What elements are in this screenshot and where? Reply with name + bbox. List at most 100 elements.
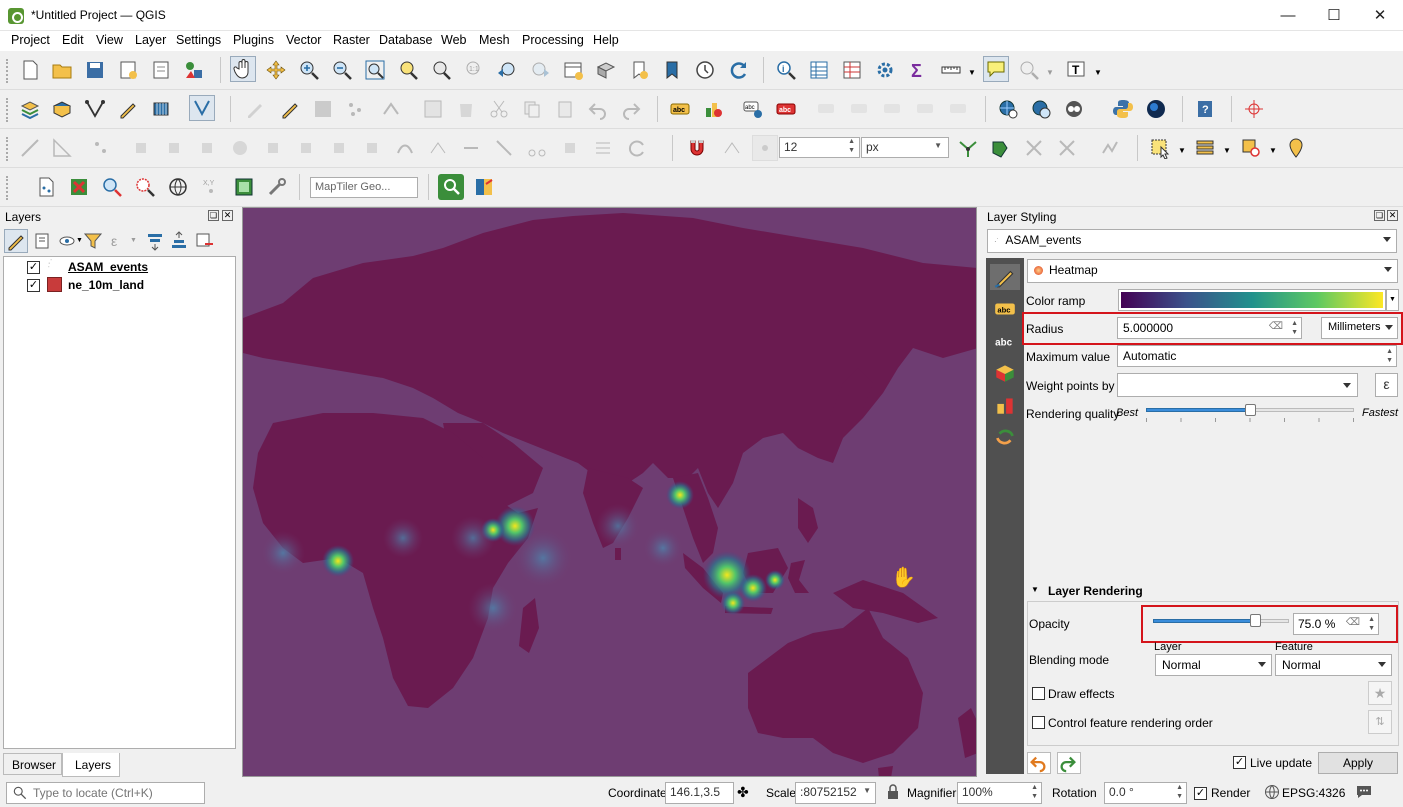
layer-visibility-checkbox[interactable]: ✓ <box>27 261 40 274</box>
lock-scale-icon[interactable] <box>886 784 900 800</box>
remove-layer-icon[interactable] <box>192 229 216 253</box>
snapping-tolerance-stepper[interactable]: 12 ▲ ▼ <box>779 137 860 158</box>
open-layer-styling-icon[interactable] <box>4 229 28 253</box>
coordinate-capture-icon[interactable] <box>1241 96 1267 122</box>
menu-raster[interactable]: Raster <box>333 33 370 47</box>
text-annotation-icon[interactable]: T <box>1063 57 1089 83</box>
coordinate-field[interactable]: 146.1,3.5 <box>665 782 734 804</box>
zoom-to-layer-icon[interactable] <box>428 57 454 83</box>
select-dropdown-arrow-icon[interactable]: ▼ <box>1178 146 1186 155</box>
processing-toolbox-icon[interactable] <box>872 57 898 83</box>
menu-web[interactable]: Web <box>441 33 466 47</box>
sort-order-icon[interactable]: ⇅ <box>1368 710 1392 734</box>
snapping-units-select[interactable]: px ▼ <box>861 137 949 158</box>
layer-styling-toggle-icon[interactable] <box>189 95 215 121</box>
redo-style-icon[interactable] <box>1057 752 1081 774</box>
temporal-controller-icon[interactable] <box>692 57 718 83</box>
add-wfs-layer-icon[interactable] <box>1028 96 1054 122</box>
tab-browser[interactable]: Browser <box>3 753 62 775</box>
zoom-last-icon[interactable] <box>494 57 520 83</box>
add-delimited-text-icon[interactable] <box>33 174 59 200</box>
close-button[interactable]: ✕ <box>1357 0 1403 30</box>
expand-all-icon[interactable] <box>143 229 167 253</box>
zoom-to-selection-icon[interactable] <box>395 57 421 83</box>
menu-settings[interactable]: Settings <box>176 33 221 47</box>
color-ramp-dropdown-arrow-icon[interactable]: ▼ <box>1386 289 1399 311</box>
geocoder-search-icon[interactable] <box>99 174 125 200</box>
data-source-manager-icon[interactable] <box>17 96 43 122</box>
annotation-dropdown-arrow-icon[interactable]: ▼ <box>1094 68 1102 77</box>
diagrams-tab-icon[interactable] <box>990 392 1020 418</box>
open-project-icon[interactable] <box>49 57 75 83</box>
layer-visibility-checkbox[interactable]: ✓ <box>27 279 40 292</box>
statistics-icon[interactable] <box>839 57 865 83</box>
attribute-table-icon[interactable] <box>806 57 832 83</box>
select-by-expression-icon[interactable] <box>1192 135 1218 161</box>
renderer-select[interactable]: Heatmap <box>1027 259 1398 283</box>
draw-effects-checkbox[interactable] <box>1032 687 1045 700</box>
spin-arrows-icon[interactable]: ▲ ▼ <box>1386 347 1393 365</box>
effects-star-icon[interactable]: ★ <box>1368 681 1392 705</box>
pin-labels-icon[interactable]: abc <box>740 96 766 122</box>
rendering-quality-slider[interactable] <box>1146 404 1354 425</box>
help-contents-icon[interactable]: ? <box>1192 96 1218 122</box>
close-styling-panel-icon[interactable]: ✕ <box>1387 210 1398 221</box>
expression-builder-icon[interactable]: ε <box>1375 373 1398 397</box>
filter-legend-icon[interactable] <box>81 229 105 253</box>
spatial-query-icon[interactable] <box>132 174 158 200</box>
deselect-features-icon[interactable] <box>1238 135 1264 161</box>
label-toolbar-icon[interactable]: abc <box>667 96 693 122</box>
pan-map-icon[interactable] <box>230 56 256 82</box>
mouse-coordinate-toggle-icon[interactable]: ✤ <box>737 784 755 802</box>
menu-view[interactable]: View <box>96 33 123 47</box>
menu-edit[interactable]: Edit <box>62 33 84 47</box>
metasearch-icon[interactable] <box>1061 96 1087 122</box>
sum-statistics-icon[interactable]: Σ <box>905 57 931 83</box>
color-ramp-button[interactable] <box>1118 289 1386 311</box>
weight-field-select[interactable] <box>1117 373 1358 397</box>
measure-dropdown-arrow-icon[interactable]: ▼ <box>968 68 976 77</box>
digitizing-grid-icon[interactable] <box>231 174 257 200</box>
tab-layers[interactable]: Layers <box>62 753 120 777</box>
python-console-icon[interactable] <box>1110 96 1136 122</box>
measure-line-icon[interactable] <box>938 57 964 83</box>
select-by-location-icon[interactable] <box>1283 135 1309 161</box>
add-vector-layer-icon[interactable] <box>82 96 108 122</box>
add-raster-layer-icon[interactable] <box>148 96 174 122</box>
refresh-icon[interactable] <box>725 57 751 83</box>
style-manager-icon[interactable] <box>181 57 207 83</box>
minimize-button[interactable]: — <box>1265 0 1311 30</box>
menu-vector[interactable]: Vector <box>286 33 321 47</box>
map-swipe-icon[interactable] <box>471 174 497 200</box>
scale-field[interactable]: :80752152 ▼ <box>795 782 876 804</box>
magnifier-stepper[interactable]: 100% ▲ ▼ <box>957 782 1042 804</box>
deselect-dropdown-arrow-icon[interactable]: ▼ <box>1269 146 1277 155</box>
render-checkbox[interactable]: ✓ <box>1194 787 1207 800</box>
topological-editing-icon[interactable] <box>955 135 981 161</box>
new-3d-view-icon[interactable] <box>593 57 619 83</box>
menu-layer[interactable]: Layer <box>135 33 166 47</box>
select-expr-dropdown-arrow-icon[interactable]: ▼ <box>1223 146 1231 155</box>
masks-tab-icon[interactable]: abc <box>990 328 1020 354</box>
collapse-all-icon[interactable] <box>167 229 191 253</box>
menu-plugins[interactable]: Plugins <box>233 33 274 47</box>
toggle-editing-icon[interactable] <box>277 96 303 122</box>
history-tab-icon[interactable] <box>990 424 1020 450</box>
labels-tab-icon[interactable]: abc <box>990 296 1020 322</box>
max-value-input[interactable]: Automatic ▲ ▼ <box>1117 345 1397 367</box>
close-panel-icon[interactable]: ✕ <box>222 210 233 221</box>
snapping-magnet-icon[interactable] <box>684 135 710 161</box>
diagram-options-icon[interactable] <box>700 96 726 122</box>
collapse-arrow-icon[interactable]: ▼ <box>1031 585 1039 594</box>
globe-plugin-icon[interactable] <box>1143 96 1169 122</box>
blend-feature-select[interactable]: Normal <box>1275 654 1392 676</box>
live-update-checkbox[interactable]: ✓ <box>1233 756 1246 769</box>
blend-layer-select[interactable]: Normal <box>1155 654 1272 676</box>
3d-view-tab-icon[interactable] <box>990 360 1020 386</box>
identify-features-icon[interactable]: i <box>773 57 799 83</box>
new-layer-icon[interactable] <box>49 96 75 122</box>
zoom-full-icon[interactable] <box>362 57 388 83</box>
maptiler-geocoder-input[interactable]: MapTiler Geo... <box>310 177 418 198</box>
apply-button[interactable]: Apply <box>1318 752 1398 774</box>
rotation-stepper[interactable]: 0.0 ° ▲ ▼ <box>1104 782 1187 804</box>
